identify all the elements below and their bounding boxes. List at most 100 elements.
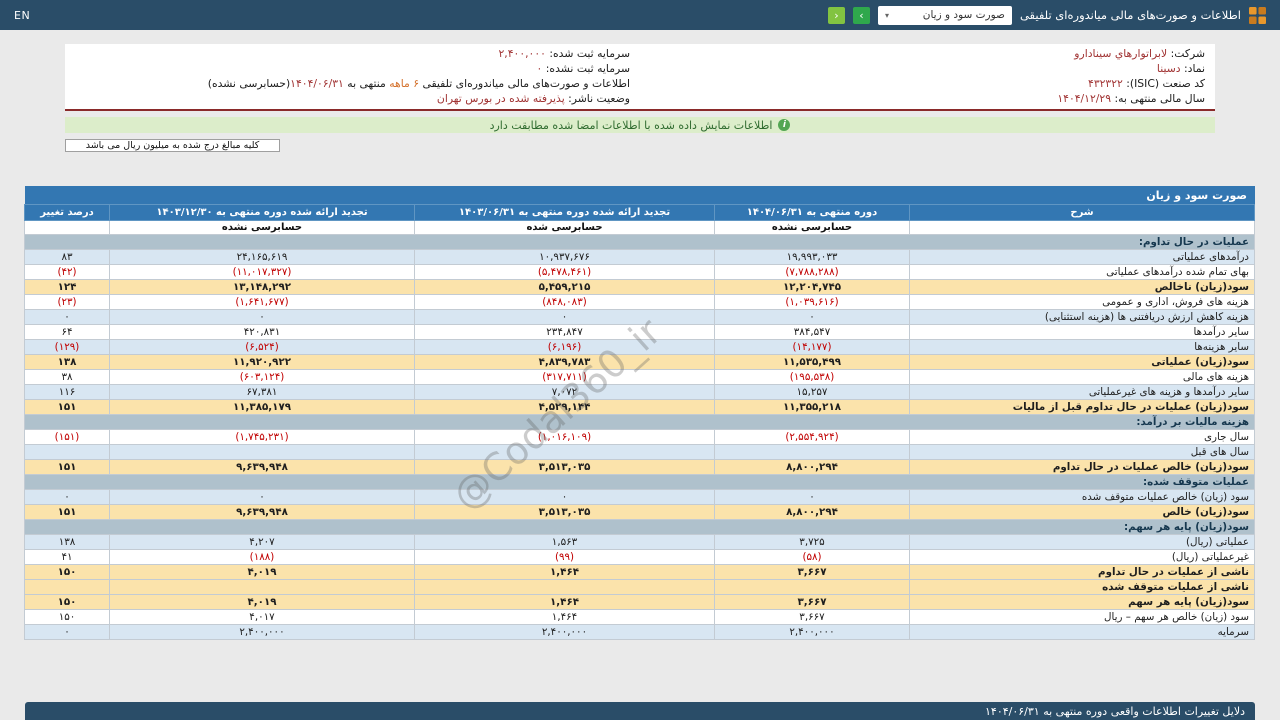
- value-period2: ۱۰,۹۳۷,۶۷۶: [414, 249, 715, 265]
- value-period2: ۴,۵۲۹,۱۴۴: [414, 399, 715, 415]
- section-header-row: هزینه مالیات بر درآمد:: [24, 414, 1255, 430]
- company-info-cell: شرکت: لابراتوارهاي سينادارو: [1074, 47, 1205, 60]
- value-period2: [414, 444, 715, 460]
- value-period2: (۵,۴۷۸,۴۶۱): [414, 264, 715, 280]
- value-change: ۴۱: [24, 549, 110, 565]
- statement-row: سایر هزینه‌ها (۱۴,۱۷۷) (۶,۱۹۶) (۶,۵۲۴) (۱۲۹): [24, 339, 1255, 355]
- subheader-period2-audit: حسابرسی شده: [414, 220, 715, 235]
- value-change: ۱۵۰: [24, 564, 110, 580]
- value-period1: ۸,۸۰۰,۲۹۴: [714, 504, 910, 520]
- statement-row: سود (زیان) خالص هر سهم – ریال ۳,۶۶۷ ۱,۴۶۴ ۴…: [24, 609, 1255, 625]
- value-change: [24, 579, 110, 595]
- statement-row: سایر درآمدها و هزینه های غیرعملیاتی ۱۵,۲۵…: [24, 384, 1255, 400]
- statement-row: بهای تمام شده درآمدهای عملیاتی (۷,۷۸۸,۲۸۸…: [24, 264, 1255, 280]
- value-change: (۲۳): [24, 294, 110, 310]
- value-period1: ۸,۸۰۰,۲۹۴: [714, 459, 910, 475]
- value-period3: ۴۲۰,۸۳۱: [109, 324, 415, 340]
- section-header-row: عملیات در حال تداوم:: [24, 234, 1255, 250]
- company-info-cell: سرمایه ثبت نشده: ۰: [536, 62, 630, 75]
- value-period2: ۳,۵۱۳,۰۳۵: [414, 459, 715, 475]
- row-label: سود(زیان) عملیاتی: [909, 354, 1255, 370]
- value-period2: ۳,۵۱۳,۰۳۵: [414, 504, 715, 520]
- value-period1: ۱۹,۹۹۳,۰۳۳: [714, 249, 910, 265]
- company-info-cell: وضعیت ناشر: پذيرفته شده در بورس تهران: [436, 92, 630, 105]
- value-period2: ۱,۴۶۴: [414, 564, 715, 580]
- company-info-row: کد صنعت (ISIC): ۴۳۲۳۲۲ اطلاعات و صورت‌های…: [65, 76, 1215, 91]
- value-period1: ۲,۴۰۰,۰۰۰: [714, 624, 910, 640]
- statement-row: سال جاری (۲,۵۵۴,۹۲۴) (۱,۰۱۶,۱۰۹) (۱,۷۴۵,۲۳۱…: [24, 429, 1255, 445]
- value-change: [24, 444, 110, 460]
- value-period1: ۳۸۴,۵۴۷: [714, 324, 910, 340]
- value-period1: (۲,۵۵۴,۹۲۴): [714, 429, 910, 445]
- row-label: هزینه های مالی: [909, 369, 1255, 385]
- value-change: ۱۵۱: [24, 399, 110, 415]
- row-label: ناشی از عملیات در حال تداوم: [909, 564, 1255, 580]
- value-period2: ۲۳۴,۸۴۷: [414, 324, 715, 340]
- page: { "colors": { "navbar_bg": "#2a4d68", "t…: [0, 0, 1280, 720]
- col-header-description: شرح: [909, 204, 1255, 221]
- value-period3: ۹,۶۳۹,۹۴۸: [109, 504, 415, 520]
- value-period1: ۱۱,۳۵۵,۲۱۸: [714, 399, 910, 415]
- value-change: ۶۴: [24, 324, 110, 340]
- statement-row: هزینه کاهش ارزش دریافتنی ها (هزینه استثن…: [24, 309, 1255, 325]
- value-period3: ۰: [109, 309, 415, 325]
- statement-row: سود(زیان) عملیات در حال تداوم قبل از مال…: [24, 399, 1255, 415]
- next-statement-button[interactable]: ›: [852, 6, 870, 24]
- value-period3: ۴,۰۱۹: [109, 594, 415, 610]
- value-period3: ۱۱,۹۲۰,۹۲۲: [109, 354, 415, 370]
- company-info-cell: اطلاعات و صورت‌های مالی میاندوره‌ای تلفی…: [207, 77, 630, 90]
- statement-row: سایر درآمدها ۳۸۴,۵۴۷ ۲۳۴,۸۴۷ ۴۲۰,۸۳۱ ۶۴: [24, 324, 1255, 340]
- income-statement-table: شرح دوره منتهی به ۱۴۰۴/۰۶/۳۱ تجدید ارائه…: [24, 204, 1255, 640]
- company-info-row: شرکت: لابراتوارهاي سينادارو سرمایه ثبت شد…: [65, 46, 1215, 61]
- statement-row: سود(زیان) پایه هر سهم ۳,۶۶۷ ۱,۴۶۴ ۴,۰۱۹ ۱۵۰: [24, 594, 1255, 610]
- statement-row: سود(زیان) ناخالص ۱۲,۲۰۴,۷۴۵ ۵,۴۵۹,۲۱۵ ۱۳,۱۴…: [24, 279, 1255, 295]
- top-navbar: اطلاعات و صورت‌های مالی میاندوره‌ای تلفی…: [0, 0, 1280, 30]
- statement-row: هزینه های فروش، اداری و عمومی (۱,۰۳۹,۶۱۶)…: [24, 294, 1255, 310]
- language-toggle-en[interactable]: EN: [14, 9, 30, 22]
- section-header-label: هزینه مالیات بر درآمد:: [24, 414, 1255, 430]
- value-change: ۰: [24, 624, 110, 640]
- statement-row: سال های قبل: [24, 444, 1255, 460]
- actual-changes-reasons-bar[interactable]: دلایل تغییرات اطلاعات واقعی دوره منتهی ب…: [25, 702, 1255, 720]
- value-period3: ۲۴,۱۶۵,۶۱۹: [109, 249, 415, 265]
- row-label: سود(زیان) خالص: [909, 504, 1255, 520]
- value-change: ۸۳: [24, 249, 110, 265]
- col-header-period1: دوره منتهی به ۱۴۰۴/۰۶/۳۱: [714, 204, 910, 221]
- value-period2: (۸۴۸,۰۸۳): [414, 294, 715, 310]
- value-change: ۱۵۱: [24, 459, 110, 475]
- value-period3: (۱,۷۴۵,۲۳۱): [109, 429, 415, 445]
- value-period3: ۴,۰۱۹: [109, 564, 415, 580]
- row-label: سال های قبل: [909, 444, 1255, 460]
- value-period3: ۶۷,۳۸۱: [109, 384, 415, 400]
- company-info-panel: شرکت: لابراتوارهاي سينادارو سرمایه ثبت شد…: [65, 44, 1215, 111]
- value-period2: (۹۹): [414, 549, 715, 565]
- value-period1: [714, 444, 910, 460]
- value-period3: ۴,۰۱۷: [109, 609, 415, 625]
- row-label: عملیاتی (ریال): [909, 534, 1255, 550]
- info-icon: i: [778, 119, 791, 131]
- statement-row: سرمایه ۲,۴۰۰,۰۰۰ ۲,۴۰۰,۰۰۰ ۲,۴۰۰,۰۰۰ ۰: [24, 624, 1255, 640]
- value-period3: ۴,۲۰۷: [109, 534, 415, 550]
- row-label: هزینه کاهش ارزش دریافتنی ها (هزینه استثن…: [909, 309, 1255, 325]
- value-period1: (۷,۷۸۸,۲۸۸): [714, 264, 910, 280]
- company-info-row: سال مالی منتهی به: ۱۴۰۴/۱۲/۲۹ وضعیت ناشر:…: [65, 91, 1215, 106]
- value-period3: (۶,۵۲۴): [109, 339, 415, 355]
- value-period3: [109, 579, 415, 595]
- section-header-label: سود(زیان) پایه هر سهم:: [24, 519, 1255, 535]
- table-subheader-row: حسابرسی نشده حسابرسی شده حسابرسی نشده: [24, 220, 1255, 235]
- subheader-empty-cell: [24, 220, 110, 235]
- value-change: ۱۵۰: [24, 609, 110, 625]
- chevron-down-icon: ▾: [884, 10, 889, 20]
- row-label: سود (زیان) خالص هر سهم – ریال: [909, 609, 1255, 625]
- prev-statement-button[interactable]: ‹: [827, 6, 845, 24]
- statement-type-select[interactable]: صورت سود و زیان ▾: [877, 5, 1012, 25]
- company-info-cell: سال مالی منتهی به: ۱۴۰۴/۱۲/۲۹: [1057, 92, 1205, 105]
- subheader-empty-cell: [909, 220, 1255, 235]
- signature-match-notice: i اطلاعات نمایش داده شده با اطلاعات امضا…: [65, 117, 1215, 133]
- statement-row: هزینه های مالی (۱۹۵,۵۳۸) (۳۱۷,۷۱۱) (۶۰۳,۱۲۴…: [24, 369, 1255, 385]
- col-header-period3: تجدید ارائه شده دوره منتهی به ۱۴۰۳/۱۲/۳۰: [109, 204, 415, 221]
- row-label: هزینه های فروش، اداری و عمومی: [909, 294, 1255, 310]
- value-period2: ۰: [414, 489, 715, 505]
- value-change: ۱۵۱: [24, 504, 110, 520]
- row-label: غیرعملیاتی (ریال): [909, 549, 1255, 565]
